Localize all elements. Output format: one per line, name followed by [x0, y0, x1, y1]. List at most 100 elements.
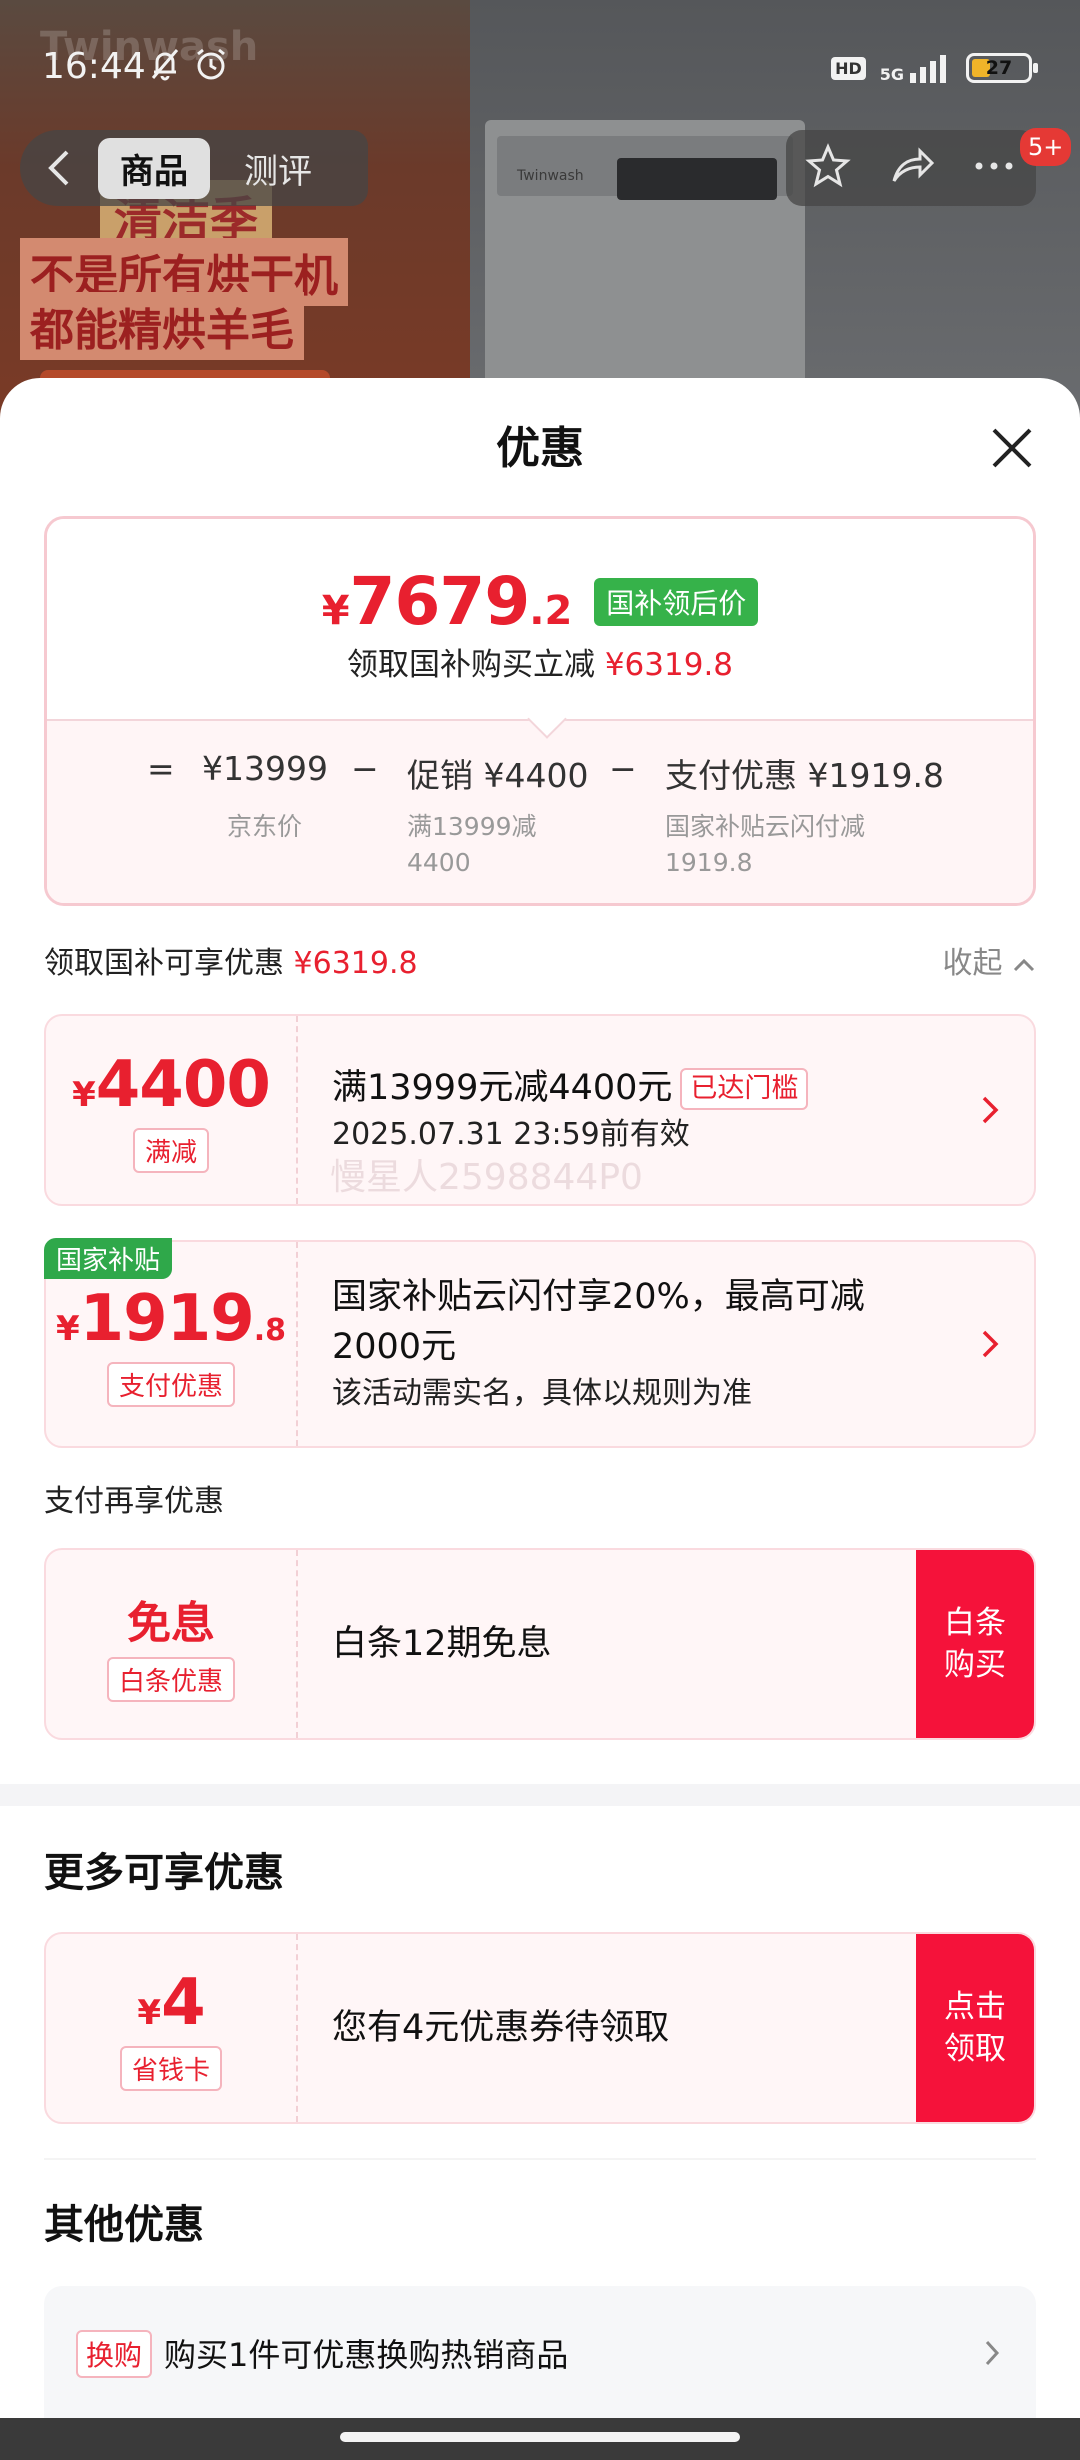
baitiao-card[interactable]: 免息 白条优惠 白条12期免息 白条 购买	[44, 1548, 1036, 1740]
close-icon	[992, 428, 1032, 468]
guobu-section-label: 领取国补可享优惠	[44, 946, 284, 981]
baitiao-cta-line-1: 白条	[944, 1605, 1006, 1641]
alarm-icon	[191, 44, 231, 88]
promo-coupon-value: ¥ 4400 满减	[46, 1016, 298, 1204]
promo-type-tag: 满减	[132, 1127, 209, 1173]
washer-brand: Twinwash	[517, 168, 584, 184]
final-price-integer: 7679	[349, 563, 531, 640]
subsidy-body: 国家补贴云闪付享20%，最高可减 2000元 该活动需实名，具体以规则为准	[332, 1242, 954, 1446]
promo-amount: 4400	[95, 1047, 271, 1122]
final-price-decimal: .2	[529, 588, 573, 634]
subsidy-title-line-2: 2000元	[332, 1327, 457, 1367]
status-time: 16:44	[42, 46, 146, 87]
other-discounts-title: 其他优惠	[44, 2202, 204, 2248]
more-dots-icon[interactable]	[971, 143, 1017, 193]
promo-discount: 促销 ¥4400	[407, 756, 589, 795]
baitiao-title: 白条12期免息	[332, 1624, 552, 1664]
trade-in-text: 购买1件可优惠换购热销商品	[164, 2336, 569, 2374]
status-icons-right: HD 5G 27	[831, 46, 1038, 90]
final-price-amount: ¥ 7679 .2	[322, 563, 573, 640]
equals-sign: =	[147, 749, 175, 788]
collapse-button[interactable]: 收起	[942, 938, 1036, 982]
coupon-amount: ¥ 4	[137, 1965, 206, 2040]
share-icon[interactable]	[888, 143, 935, 193]
coupon-amount-value: 4	[161, 1965, 206, 2040]
tab-review[interactable]: 测评	[244, 144, 312, 193]
claim-cta-line-2: 领取	[944, 2031, 1006, 2067]
pay-label-line-2: 1919.8	[665, 848, 753, 877]
subsidy-amount-decimal: .8	[253, 1312, 287, 1348]
minus-sign-2: −	[609, 749, 637, 788]
pay-label-line-1: 国家补贴云闪付减	[665, 812, 866, 841]
chevron-right-icon	[985, 2340, 1000, 2366]
mute-bell-icon	[145, 44, 185, 88]
price-saving-line: 领取国补购买立减 ¥6319.8	[47, 639, 1033, 684]
subsidy-note: 该活动需实名，具体以规则为准	[332, 1376, 752, 1411]
price-summary-box: ¥ 7679 .2 国补领后价 领取国补购买立减 ¥6319.8 = ¥1399…	[44, 516, 1036, 906]
nav-actions	[786, 130, 1036, 206]
home-indicator[interactable]	[340, 2432, 740, 2442]
watermark-text: 慢星人2598844P0	[330, 1157, 643, 1198]
guobu-section-header: 领取国补可享优惠 ¥6319.8 收起	[44, 938, 1036, 982]
section-divider	[0, 1784, 1080, 1806]
coupon-type-tag: 省钱卡	[119, 2045, 222, 2091]
battery-icon: 27	[966, 53, 1038, 83]
subsidy-title-line-1: 国家补贴云闪付享20%，最高可减	[332, 1277, 865, 1317]
baitiao-word: 免息	[127, 1597, 215, 1649]
subsidy-corner-tag: 国家补贴	[44, 1238, 173, 1279]
final-price-currency: ¥	[321, 588, 350, 634]
minus-sign-1: −	[351, 749, 379, 788]
banner-line-3: 都能精烘羊毛	[20, 292, 304, 360]
more-discounts-title: 更多可享优惠	[44, 1850, 284, 1896]
washer-image: Twinwash	[485, 120, 805, 420]
promo-title-line: 满13999元减4400元 已达门槛	[332, 1063, 954, 1113]
baitiao-body: 白条12期免息	[332, 1550, 954, 1738]
claim-cta-label: 点击 领取	[944, 1986, 1006, 2070]
collapse-label: 收起	[942, 946, 1003, 981]
subsidy-amount-integer: 1919	[79, 1281, 255, 1356]
threshold-badge: 已达门槛	[680, 1068, 809, 1110]
claim-cta-line-1: 点击	[944, 1989, 1006, 2025]
jd-price: ¥13999	[202, 749, 328, 788]
signal-icon: 5G	[880, 53, 952, 83]
pay-discount: 支付优惠 ¥1919.8	[665, 756, 944, 795]
product-tabs: 商品 测评	[98, 130, 368, 206]
chevron-right-icon	[982, 1096, 999, 1124]
washer-screen	[617, 158, 777, 200]
divider-line	[44, 2158, 1036, 2160]
coupon-title: 您有4元优惠券待领取	[332, 2008, 670, 2048]
close-button[interactable]	[984, 420, 1040, 476]
saving-text: 领取国补购买立减	[346, 647, 595, 683]
subsidy-type-tag: 支付优惠	[106, 1361, 235, 1407]
guobu-section-amount: ¥6319.8	[293, 946, 418, 981]
saving-amount: ¥6319.8	[604, 647, 734, 683]
chevron-up-icon	[1013, 958, 1035, 972]
promo-coupon-amount: ¥ 4400	[72, 1047, 271, 1122]
coupon-card[interactable]: ¥ 4 省钱卡 您有4元优惠券待领取 点击 领取	[44, 1932, 1036, 2124]
subsidy-card[interactable]: ¥ 1919 .8 支付优惠 国家补贴云闪付享20%，最高可减 2000元 该活…	[44, 1240, 1036, 1448]
washer-panel: Twinwash	[497, 136, 793, 200]
jd-price-label: 京东价	[227, 812, 303, 841]
subsidy-amount: ¥ 1919 .8	[56, 1282, 286, 1356]
claim-coupon-button[interactable]: 点击 领取	[916, 1934, 1034, 2122]
network-type: 5G	[879, 65, 904, 84]
message-count-badge: 5+	[1020, 128, 1072, 166]
final-price: ¥ 7679 .2 国补领后价	[47, 563, 1033, 640]
baitiao-buy-button[interactable]: 白条 购买	[916, 1550, 1034, 1738]
hd-badge: HD	[831, 56, 866, 80]
battery-cap	[1033, 63, 1038, 73]
promo-label-line-2: 4400	[407, 848, 471, 877]
baitiao-cta-line-2: 购买	[944, 1647, 1006, 1683]
chevron-left-icon	[48, 150, 69, 186]
trade-in-tag: 换购	[76, 2330, 153, 2378]
status-bar: 16:44 HD 5G 27	[0, 0, 1080, 130]
back-button[interactable]	[20, 130, 98, 206]
tab-product[interactable]: 商品	[98, 137, 210, 199]
coupon-body: 您有4元优惠券待领取	[332, 1934, 954, 2122]
favorite-star-icon[interactable]	[804, 143, 851, 193]
price-summary-top: ¥ 7679 .2 国补领后价 领取国补购买立减 ¥6319.8	[47, 519, 1033, 719]
discount-sheet: 优惠 ¥ 7679 .2 国补领后价 领取国补购买立减 ¥6319.8 = ¥1…	[0, 378, 1080, 2460]
pay-label: 国家补贴云闪付减 1919.8	[665, 809, 865, 881]
chevron-right-icon	[982, 1330, 999, 1358]
promo-title: 满13999元减4400元	[332, 1068, 673, 1108]
